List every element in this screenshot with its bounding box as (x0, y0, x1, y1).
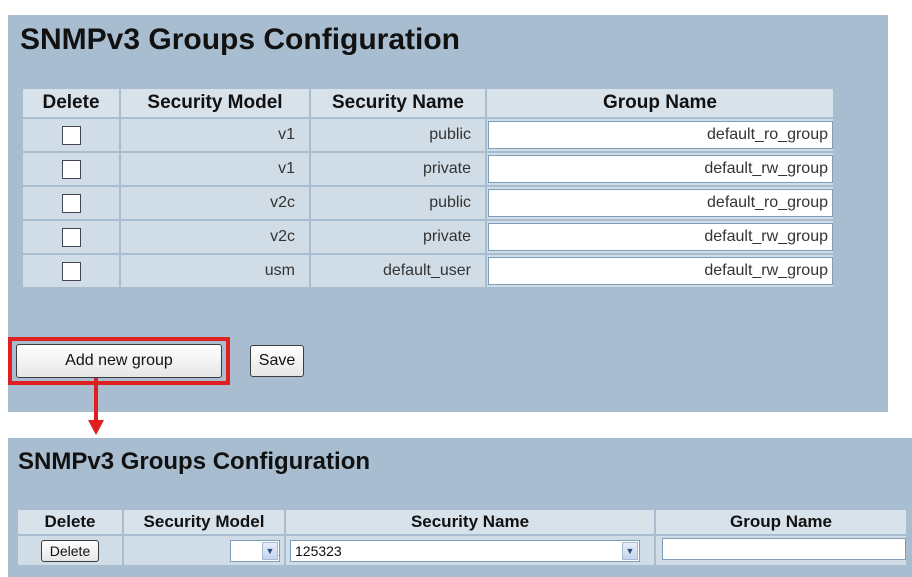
delete-cell (23, 153, 119, 185)
group-name-cell: default_ro_group (487, 119, 833, 151)
add-new-group-button[interactable]: Add new group (16, 344, 222, 378)
group-name-cell: default_rw_group (487, 221, 833, 253)
security-name-cell: private (311, 221, 485, 253)
security-model-cell: v1 (121, 153, 309, 185)
groups-config-panel-new: SNMPv3 Groups Configuration Delete Secur… (8, 438, 912, 577)
security-model-cell: v2c (121, 221, 309, 253)
chevron-down-icon: ▼ (262, 541, 278, 560)
arrow-line (94, 378, 98, 422)
delete-button[interactable]: Delete (40, 539, 100, 562)
security-name-cell: 125323 ▼ (286, 536, 654, 565)
table-header-row: Delete Security Model Security Name Grou… (23, 89, 833, 117)
delete-checkbox[interactable] (61, 261, 81, 281)
table-row: v2c public default_ro_group (23, 187, 833, 219)
header-group-name: Group Name (656, 510, 906, 534)
header-delete: Delete (18, 510, 122, 534)
header-security-name: Security Name (311, 89, 485, 117)
header-security-model: Security Model (124, 510, 284, 534)
save-button[interactable]: Save (250, 345, 304, 377)
group-name-cell: default_rw_group (487, 153, 833, 185)
security-name-select[interactable]: 125323 ▼ (290, 539, 640, 562)
group-name-cell: default_ro_group (487, 187, 833, 219)
table-row: v1 private default_rw_group (23, 153, 833, 185)
group-name-cell (656, 536, 906, 565)
group-name-cell: default_rw_group (487, 255, 833, 287)
security-model-cell: v2c (121, 187, 309, 219)
groups-table-new: Delete Security Model Security Name Grou… (16, 508, 908, 567)
security-model-cell: usm (121, 255, 309, 287)
group-name-input[interactable]: default_ro_group (488, 121, 833, 149)
table-row: v2c private default_rw_group (23, 221, 833, 253)
table-row: usm default_user default_rw_group (23, 255, 833, 287)
delete-cell (23, 119, 119, 151)
security-name-cell: default_user (311, 255, 485, 287)
delete-cell (23, 221, 119, 253)
delete-checkbox[interactable] (61, 125, 81, 145)
table-row: Delete v1 ▼ 125323 ▼ (18, 536, 906, 565)
page-title: SNMPv3 Groups Configuration (18, 448, 371, 475)
security-model-cell: v1 ▼ (124, 536, 284, 565)
security-model-cell: v1 (121, 119, 309, 151)
table-row: v1 public default_ro_group (23, 119, 833, 151)
security-name-cell: public (311, 119, 485, 151)
group-name-input[interactable]: default_rw_group (488, 257, 833, 285)
table-header-row: Delete Security Model Security Name Grou… (18, 510, 906, 534)
groups-table: Delete Security Model Security Name Grou… (21, 87, 835, 289)
delete-checkbox[interactable] (61, 227, 81, 247)
groups-config-panel: SNMPv3 Groups Configuration Delete Secur… (8, 15, 888, 412)
header-security-model: Security Model (121, 89, 309, 117)
arrow-down-icon (88, 420, 104, 435)
delete-checkbox[interactable] (61, 159, 81, 179)
header-group-name: Group Name (487, 89, 833, 117)
delete-cell: Delete (18, 536, 122, 565)
chevron-down-icon: ▼ (622, 541, 638, 560)
security-model-select[interactable]: v1 ▼ (230, 539, 280, 562)
group-name-input[interactable] (662, 538, 906, 560)
delete-cell (23, 255, 119, 287)
group-name-input[interactable]: default_rw_group (488, 223, 833, 251)
header-delete: Delete (23, 89, 119, 117)
header-security-name: Security Name (286, 510, 654, 534)
security-name-value: 125323 (295, 542, 342, 559)
group-name-input[interactable]: default_rw_group (488, 155, 833, 183)
delete-checkbox[interactable] (61, 193, 81, 213)
security-name-cell: private (311, 153, 485, 185)
delete-cell (23, 187, 119, 219)
security-name-cell: public (311, 187, 485, 219)
page-title: SNMPv3 Groups Configuration (20, 23, 461, 56)
group-name-input[interactable]: default_ro_group (488, 189, 833, 217)
